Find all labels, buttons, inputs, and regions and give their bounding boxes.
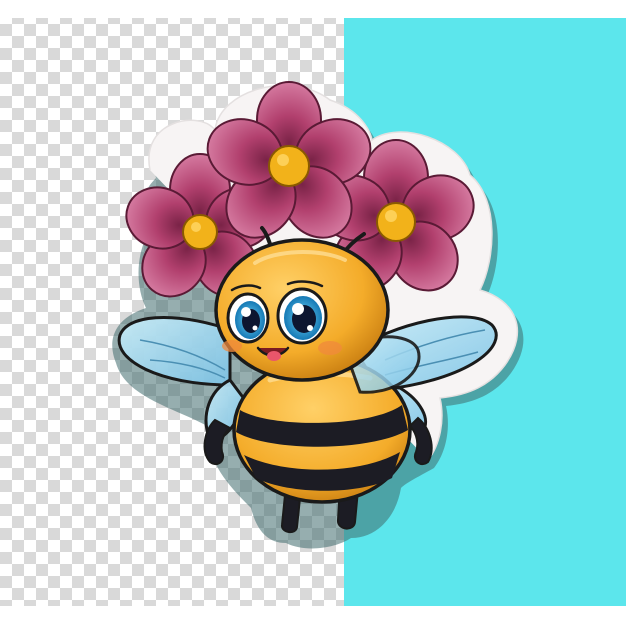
bee-cheek bbox=[222, 340, 242, 352]
flower-center bbox=[376, 202, 416, 242]
bee-cheek bbox=[318, 341, 342, 355]
flower-center bbox=[268, 145, 310, 187]
bee-eye-right bbox=[276, 287, 328, 345]
bee-head bbox=[214, 238, 390, 382]
illustration-canvas bbox=[0, 18, 626, 606]
flower-center bbox=[182, 214, 218, 250]
bee-eye-left bbox=[226, 292, 270, 344]
bee-sticker-image bbox=[0, 0, 626, 626]
